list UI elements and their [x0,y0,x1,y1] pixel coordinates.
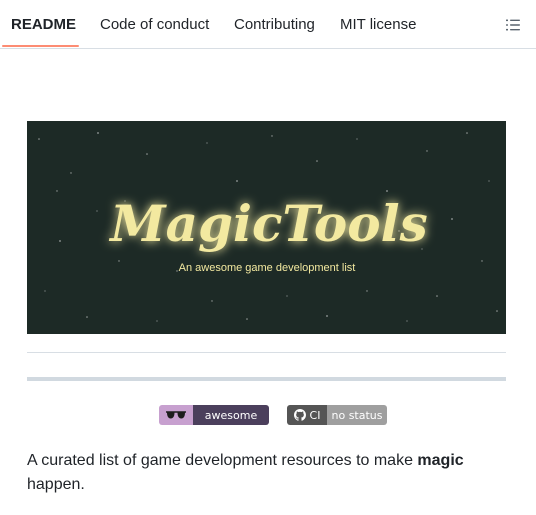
active-tab-indicator [2,45,79,47]
divider [27,352,506,353]
thick-divider [27,377,506,381]
tab-code-of-conduct[interactable]: Code of conduct [100,0,209,49]
banner-title: MagicTools [108,194,427,253]
ci-badge-status: no status [327,405,387,425]
awesome-badge-label: awesome [193,405,269,425]
awesome-badge[interactable]: awesome [159,405,269,425]
readme-tab-bar: README Code of conduct Contributing MIT … [0,0,536,49]
tab-contributing[interactable]: Contributing [234,0,315,49]
outline-button[interactable] [500,12,526,38]
ci-status-badge[interactable]: CI no status [287,405,387,425]
tab-mit-license[interactable]: MIT license [340,0,416,49]
github-icon [293,409,306,421]
sunglasses-icon [166,411,186,419]
magictools-banner: MagicTools An awesome game development l… [27,121,506,334]
tab-readme[interactable]: README [11,0,76,49]
banner-subtitle: An awesome game development list [179,262,356,274]
ci-badge-label: CI [309,408,321,422]
emphasis-magic: magic [417,452,464,469]
readme-description: A curated list of game development resou… [27,452,464,493]
list-unordered-icon [506,19,520,31]
